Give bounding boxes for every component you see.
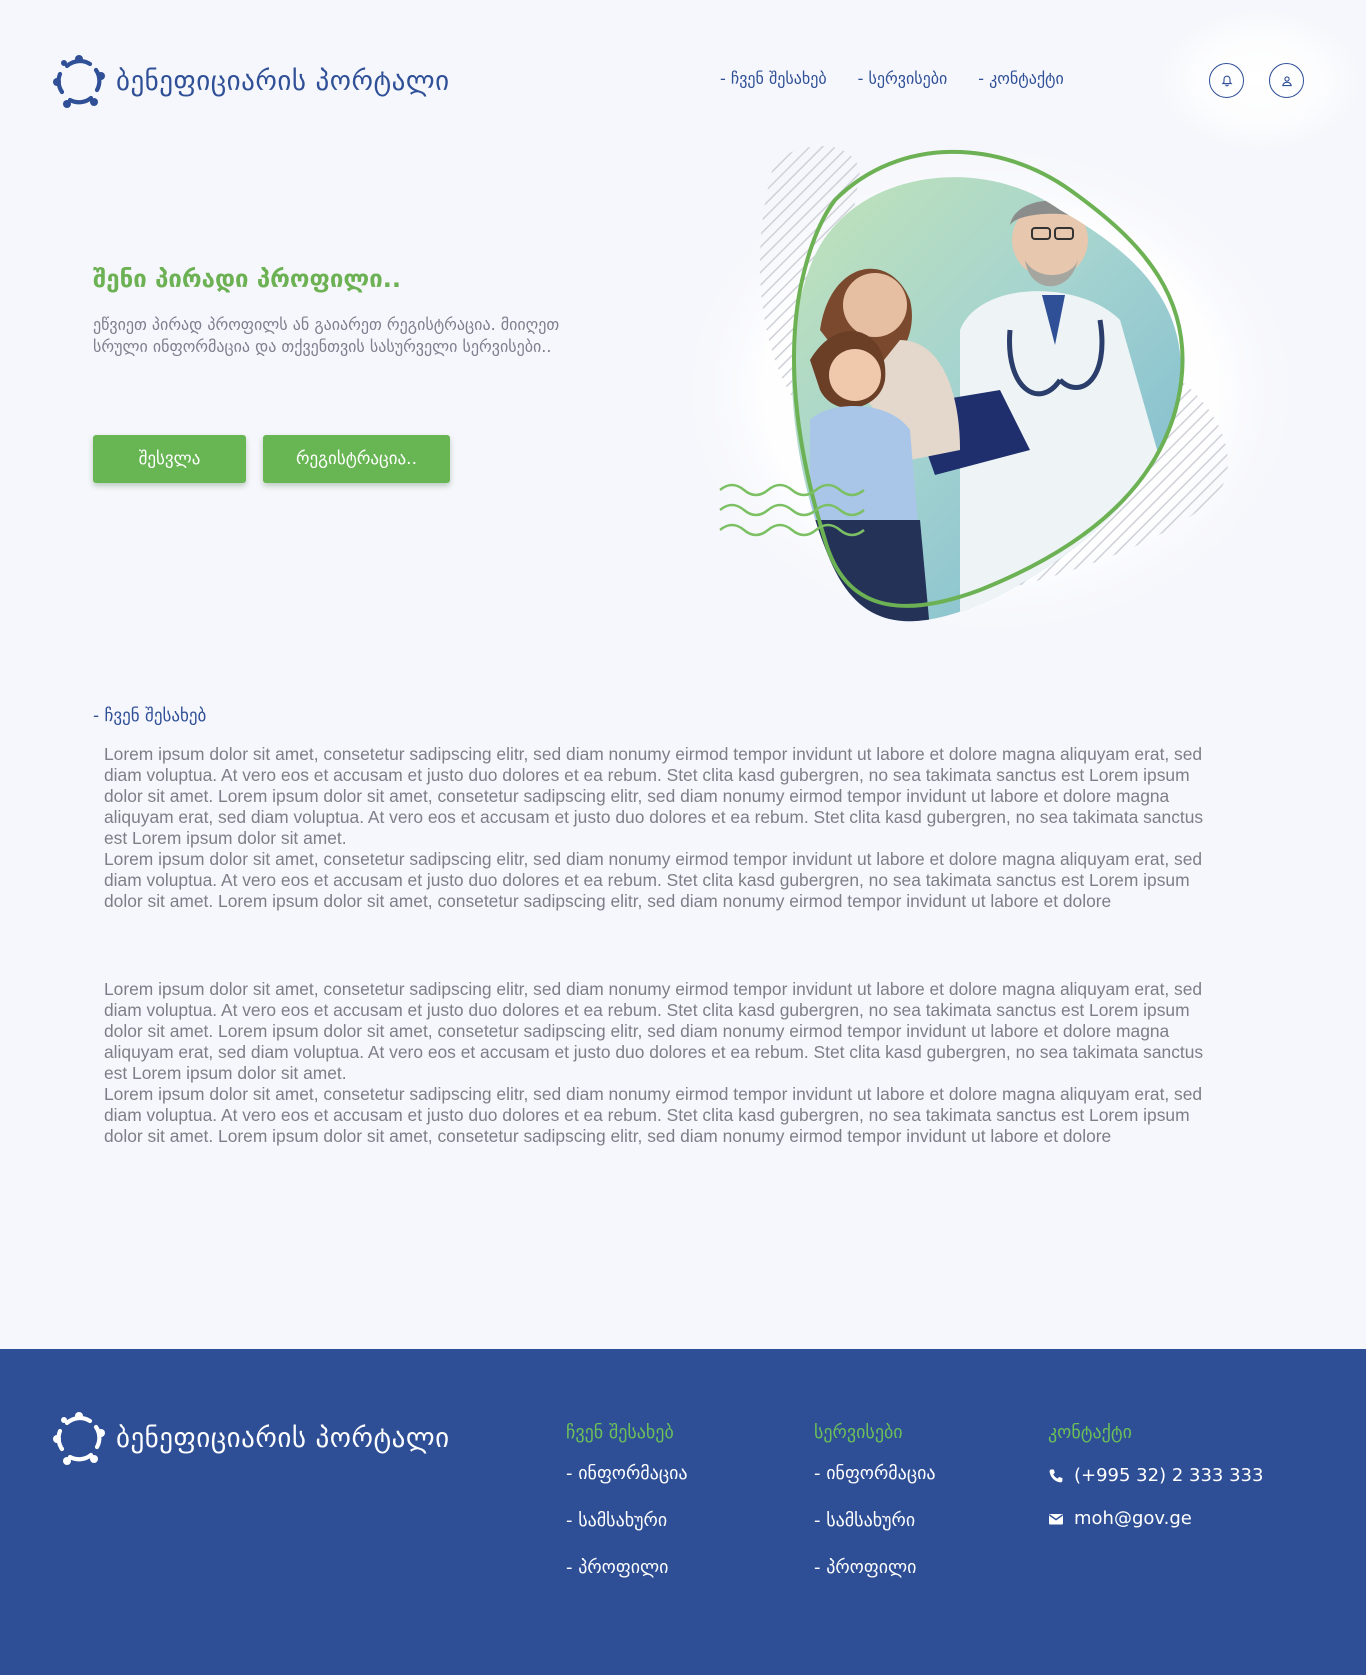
hero-title: შენი პირადი პროფილი..	[93, 265, 401, 293]
about-text-block-1: Lorem ipsum dolor sit amet, consetetur s…	[104, 744, 1224, 912]
bell-icon	[1221, 75, 1232, 86]
footer-link-service[interactable]: - სამსახური	[814, 1510, 936, 1535]
user-icon	[1281, 75, 1292, 86]
footer-column-title: სერვისები	[814, 1422, 903, 1443]
contact-phone[interactable]: (+995 32) 2 333 333	[1048, 1465, 1263, 1486]
hero-illustration	[670, 135, 1310, 645]
hero-description: ეწვიეთ პირად პროფილს ან გაიარეთ რეგისტრა…	[93, 315, 560, 356]
footer-link-info[interactable]: - ინფორმაცია	[814, 1463, 936, 1488]
footer-column-title: კონტაქტი	[1048, 1422, 1132, 1443]
footer-column-about: ჩვენ შესახებ - ინფორმაცია - სამსახური - …	[566, 1422, 688, 1582]
footer-column-contact: კონტაქტი (+995 32) 2 333 333 moh@gov.ge	[1048, 1422, 1263, 1529]
footer-column-services: სერვისები - ინფორმაცია - სამსახური - პრო…	[814, 1422, 936, 1582]
footer-link-info[interactable]: - ინფორმაცია	[566, 1463, 688, 1488]
about-paragraph: Lorem ipsum dolor sit amet, consetetur s…	[104, 1084, 1203, 1146]
logo-text: ბენეფიციარის პორტალი	[116, 65, 450, 97]
footer-column-title: ჩვენ შესახებ	[566, 1422, 674, 1443]
contact-email[interactable]: moh@gov.ge	[1048, 1508, 1263, 1529]
register-button[interactable]: რეგისტრაცია..	[263, 435, 450, 483]
nav-about[interactable]: - ჩვენ შესახებ	[720, 69, 827, 88]
header-glow	[1160, 10, 1360, 150]
nav-services[interactable]: - სერვისები	[858, 69, 948, 88]
footer-link-service[interactable]: - სამსახური	[566, 1510, 688, 1535]
about-paragraph: Lorem ipsum dolor sit amet, consetetur s…	[104, 979, 1204, 1083]
about-paragraph: Lorem ipsum dolor sit amet, consetetur s…	[104, 849, 1203, 911]
footer: ბენეფიციარის პორტალი ჩვენ შესახებ - ინფო…	[0, 1349, 1366, 1675]
logo[interactable]: ბენეფიციარის პორტალი	[52, 54, 450, 108]
contact-phone-text: (+995 32) 2 333 333	[1074, 1465, 1264, 1486]
main-nav: - ჩვენ შესახებ - სერვისები - კონტაქტი	[720, 69, 1064, 88]
nav-contact[interactable]: - კონტაქტი	[978, 69, 1064, 88]
footer-logo-text: ბენეფიციარის პორტალი	[116, 1422, 450, 1454]
about-section-label: - ჩვენ შესახებ	[93, 706, 207, 726]
about-paragraph: Lorem ipsum dolor sit amet, consetetur s…	[104, 744, 1204, 848]
footer-logo[interactable]: ბენეფიციარის პორტალი	[52, 1411, 450, 1465]
logo-icon	[53, 55, 105, 108]
about-text-block-2: Lorem ipsum dolor sit amet, consetetur s…	[104, 979, 1224, 1147]
mail-icon	[1049, 1513, 1063, 1524]
notification-button[interactable]	[1209, 63, 1244, 98]
contact-email-text: moh@gov.ge	[1074, 1508, 1192, 1529]
phone-icon	[1049, 1469, 1063, 1482]
footer-link-profile[interactable]: - პროფილი	[566, 1557, 688, 1582]
footer-link-profile[interactable]: - პროფილი	[814, 1557, 936, 1582]
profile-button[interactable]	[1269, 63, 1304, 98]
logo-icon	[53, 1412, 105, 1465]
login-button[interactable]: შესვლა	[93, 435, 246, 483]
